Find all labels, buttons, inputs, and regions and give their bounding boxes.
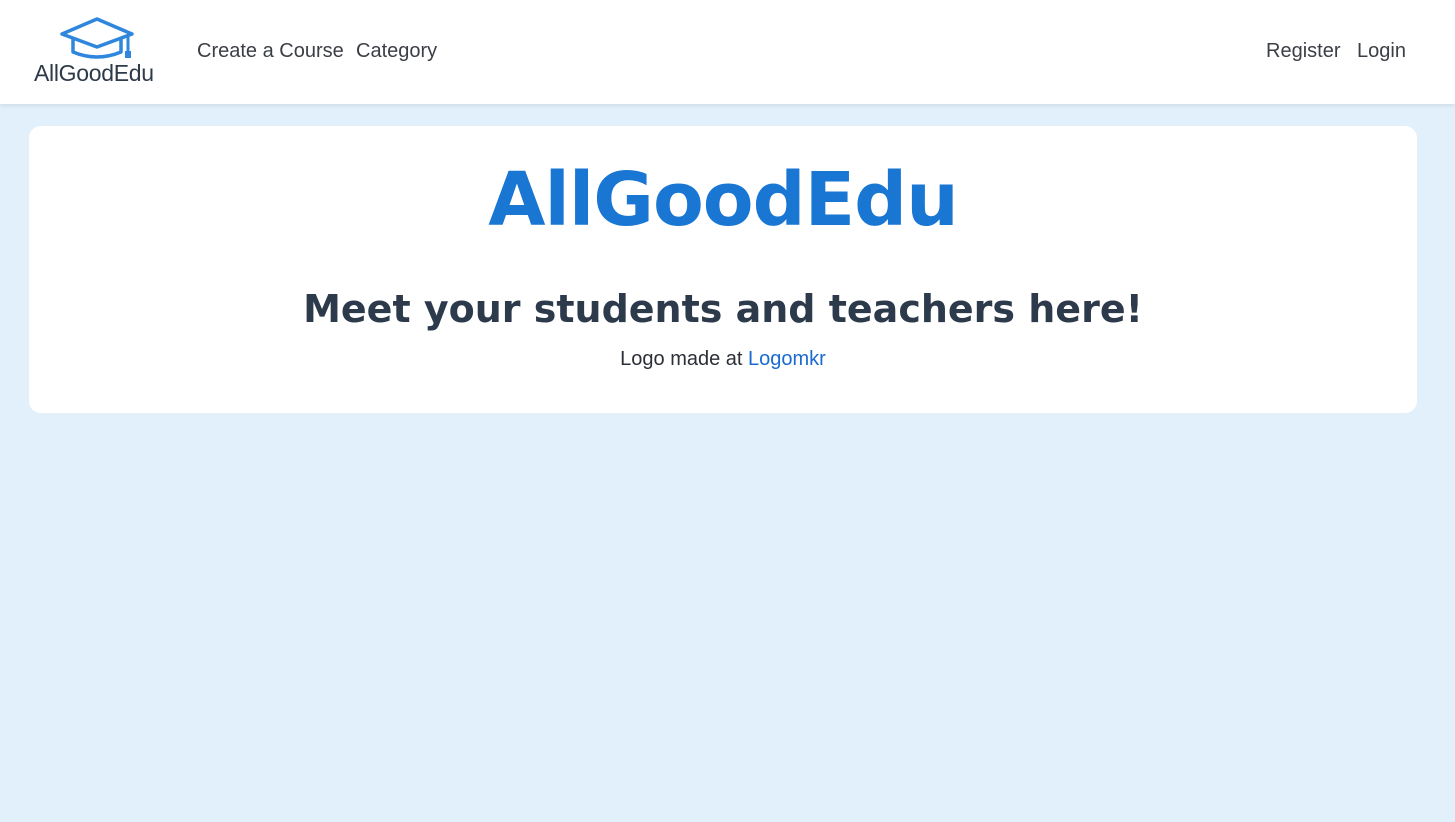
hero-subtitle: Meet your students and teachers here! — [303, 287, 1143, 331]
logo-credit: Logo made at Logomkr — [29, 346, 1417, 372]
nav-register-link[interactable]: Register — [1266, 38, 1340, 64]
nav-create-course-link[interactable]: Create a Course — [197, 38, 344, 64]
logo-credit-prefix: Logo made at — [620, 348, 743, 370]
nav-login-link[interactable]: Login — [1357, 38, 1406, 64]
nav-category-link[interactable]: Category — [356, 38, 437, 64]
hero-title: AllGoodEdu — [488, 157, 959, 243]
graduation-cap-icon — [60, 17, 134, 59]
brand-logo-link[interactable]: AllGoodEdu — [34, 16, 164, 88]
brand-logo-text: AllGoodEdu — [34, 60, 154, 86]
logomkr-link[interactable]: Logomkr — [748, 348, 826, 370]
hero-card: AllGoodEdu Meet your students and teache… — [29, 126, 1417, 413]
top-navbar: AllGoodEdu Create a Course Category Regi… — [0, 0, 1455, 104]
